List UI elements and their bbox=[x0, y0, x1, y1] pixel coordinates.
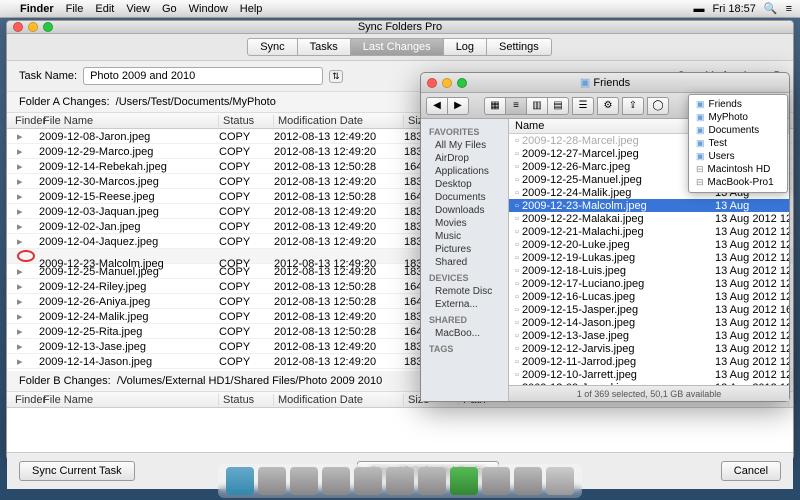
dock-icon[interactable] bbox=[482, 467, 510, 495]
file-row[interactable]: 2009-12-13-Jase.jpeg13 Aug 2012 12:49 bbox=[509, 329, 789, 342]
file-row[interactable]: 2009-12-10-Jarrett.jpeg13 Aug 2012 12:49 bbox=[509, 368, 789, 381]
file-row[interactable]: 2009-12-23-Malcolm.jpeg13 Aug bbox=[509, 199, 789, 212]
spotlight-icon[interactable]: 🔍 bbox=[764, 2, 778, 15]
sidebar-item[interactable]: MacBoo... bbox=[421, 327, 508, 340]
finder-dock-icon[interactable] bbox=[226, 467, 254, 495]
file-row[interactable]: 2009-12-19-Lukas.jpeg13 Aug 2012 12:49 bbox=[509, 251, 789, 264]
stepper-icon[interactable]: ⇅ bbox=[329, 70, 343, 83]
tab-tasks[interactable]: Tasks bbox=[297, 38, 351, 56]
tab-sync[interactable]: Sync bbox=[247, 38, 297, 56]
system-menubar: Finder File Edit View Go Window Help ▬ Fri 18… bbox=[0, 0, 800, 18]
menu-go[interactable]: Go bbox=[162, 3, 177, 15]
file-row[interactable]: 2009-12-12-Jarvis.jpeg13 Aug 2012 12:49 bbox=[509, 342, 789, 355]
file-row[interactable]: 2009-12-21-Malachi.jpeg13 Aug 2012 12:49 bbox=[509, 225, 789, 238]
coverflow-view-button[interactable]: ▤ bbox=[547, 97, 569, 115]
dock-icon[interactable] bbox=[514, 467, 542, 495]
minimize-button[interactable] bbox=[442, 78, 452, 88]
dock-icon[interactable] bbox=[322, 467, 350, 495]
main-tabs: SyncTasksLast ChangesLogSettings bbox=[7, 34, 793, 61]
path-popup[interactable]: FriendsMyPhotoDocumentsTestUsersMacintos… bbox=[688, 94, 788, 193]
menubar-clock[interactable]: Fri 18:57 bbox=[712, 3, 755, 15]
sidebar-item[interactable]: Music bbox=[421, 230, 508, 243]
folder-icon: ▣ bbox=[580, 76, 590, 89]
sidebar-item[interactable]: Pictures bbox=[421, 243, 508, 256]
menu-file[interactable]: File bbox=[66, 3, 84, 15]
menu-edit[interactable]: Edit bbox=[95, 3, 114, 15]
cancel-button[interactable]: Cancel bbox=[721, 461, 781, 481]
icon-view-button[interactable]: ▦ bbox=[484, 97, 506, 115]
dock-icon[interactable] bbox=[290, 467, 318, 495]
path-item[interactable]: Friends bbox=[692, 98, 784, 111]
sync-current-task-button[interactable]: Sync Current Task bbox=[19, 461, 135, 481]
sidebar-item[interactable]: Documents bbox=[421, 191, 508, 204]
menu-window[interactable]: Window bbox=[189, 3, 228, 15]
app-menu[interactable]: Finder bbox=[20, 3, 54, 15]
file-row[interactable]: 2009-12-18-Luis.jpeg13 Aug 2012 12:49 bbox=[509, 264, 789, 277]
tab-log[interactable]: Log bbox=[443, 38, 487, 56]
minimize-button[interactable] bbox=[28, 22, 38, 32]
sidebar-item[interactable]: Desktop bbox=[421, 178, 508, 191]
path-item[interactable]: MyPhoto bbox=[692, 111, 784, 124]
menu-view[interactable]: View bbox=[126, 3, 150, 15]
file-row[interactable]: 2009-12-15-Jasper.jpeg13 Aug 2012 16:14 bbox=[509, 303, 789, 316]
dock-icon[interactable] bbox=[258, 467, 286, 495]
path-item[interactable]: Test bbox=[692, 137, 784, 150]
notification-center-icon[interactable]: ≡ bbox=[786, 3, 792, 15]
file-row[interactable]: 2009-12-22-Malakai.jpeg13 Aug 2012 12:49 bbox=[509, 212, 789, 225]
zoom-button[interactable] bbox=[457, 78, 467, 88]
sidebar-item[interactable]: Applications bbox=[421, 165, 508, 178]
file-row[interactable]: 2009-12-17-Luciano.jpeg13 Aug 2012 12:49 bbox=[509, 277, 789, 290]
close-button[interactable] bbox=[13, 22, 23, 32]
menu-help[interactable]: Help bbox=[240, 3, 263, 15]
back-button[interactable]: ◀ bbox=[426, 97, 448, 115]
arrange-button[interactable]: ☰ bbox=[572, 97, 594, 115]
dock-icon[interactable] bbox=[386, 467, 414, 495]
zoom-button[interactable] bbox=[43, 22, 53, 32]
finder-titlebar[interactable]: ▣ Friends bbox=[421, 73, 789, 93]
forward-button[interactable]: ▶ bbox=[447, 97, 469, 115]
dock-icon[interactable] bbox=[354, 467, 382, 495]
table-b-body[interactable] bbox=[7, 408, 793, 452]
close-button[interactable] bbox=[427, 78, 437, 88]
action-button[interactable]: ⚙ bbox=[597, 97, 619, 115]
dock-icon[interactable] bbox=[450, 467, 478, 495]
sidebar-item[interactable]: AirDrop bbox=[421, 152, 508, 165]
trash-icon[interactable] bbox=[546, 467, 574, 495]
tags-button[interactable]: ◯ bbox=[647, 97, 669, 115]
sidebar-item[interactable]: Remote Disc bbox=[421, 285, 508, 298]
finder-status-bar: 1 of 369 selected, 50,1 GB available bbox=[509, 385, 789, 401]
dock[interactable] bbox=[218, 464, 582, 498]
file-row[interactable]: 2009-12-11-Jarrod.jpeg13 Aug 2012 12:49 bbox=[509, 355, 789, 368]
path-item[interactable]: Documents bbox=[692, 124, 784, 137]
file-row[interactable]: 2009-12-20-Luke.jpeg13 Aug 2012 12:49 bbox=[509, 238, 789, 251]
dock-icon[interactable] bbox=[418, 467, 446, 495]
sidebar-item[interactable]: Movies bbox=[421, 217, 508, 230]
list-view-button[interactable]: ≡ bbox=[505, 97, 527, 115]
sidebar-item[interactable]: All My Files bbox=[421, 139, 508, 152]
task-name-input[interactable] bbox=[83, 67, 323, 85]
window-titlebar[interactable]: Sync Folders Pro bbox=[7, 21, 793, 34]
tab-settings[interactable]: Settings bbox=[486, 38, 552, 56]
path-item[interactable]: MacBook-Pro1 bbox=[692, 176, 784, 189]
tab-last-changes[interactable]: Last Changes bbox=[350, 38, 444, 56]
file-row[interactable]: 2009-12-14-Jason.jpeg13 Aug 2012 12:49 bbox=[509, 316, 789, 329]
sidebar-item[interactable]: Shared bbox=[421, 256, 508, 269]
finder-sidebar[interactable]: FAVORITESAll My FilesAirDropApplications… bbox=[421, 119, 509, 401]
column-view-button[interactable]: ▥ bbox=[526, 97, 548, 115]
file-row[interactable]: 2009-12-16-Lucas.jpeg13 Aug 2012 12:49 bbox=[509, 290, 789, 303]
flag-icon[interactable]: ▬ bbox=[693, 3, 704, 15]
path-item[interactable]: Users bbox=[692, 150, 784, 163]
finder-title: Friends bbox=[593, 77, 630, 89]
task-name-label: Task Name: bbox=[19, 70, 77, 82]
sidebar-item[interactable]: Externa... bbox=[421, 298, 508, 311]
window-title: Sync Folders Pro bbox=[358, 21, 442, 33]
share-button[interactable]: ⇪ bbox=[622, 97, 644, 115]
sidebar-item[interactable]: Downloads bbox=[421, 204, 508, 217]
path-item[interactable]: Macintosh HD bbox=[692, 163, 784, 176]
